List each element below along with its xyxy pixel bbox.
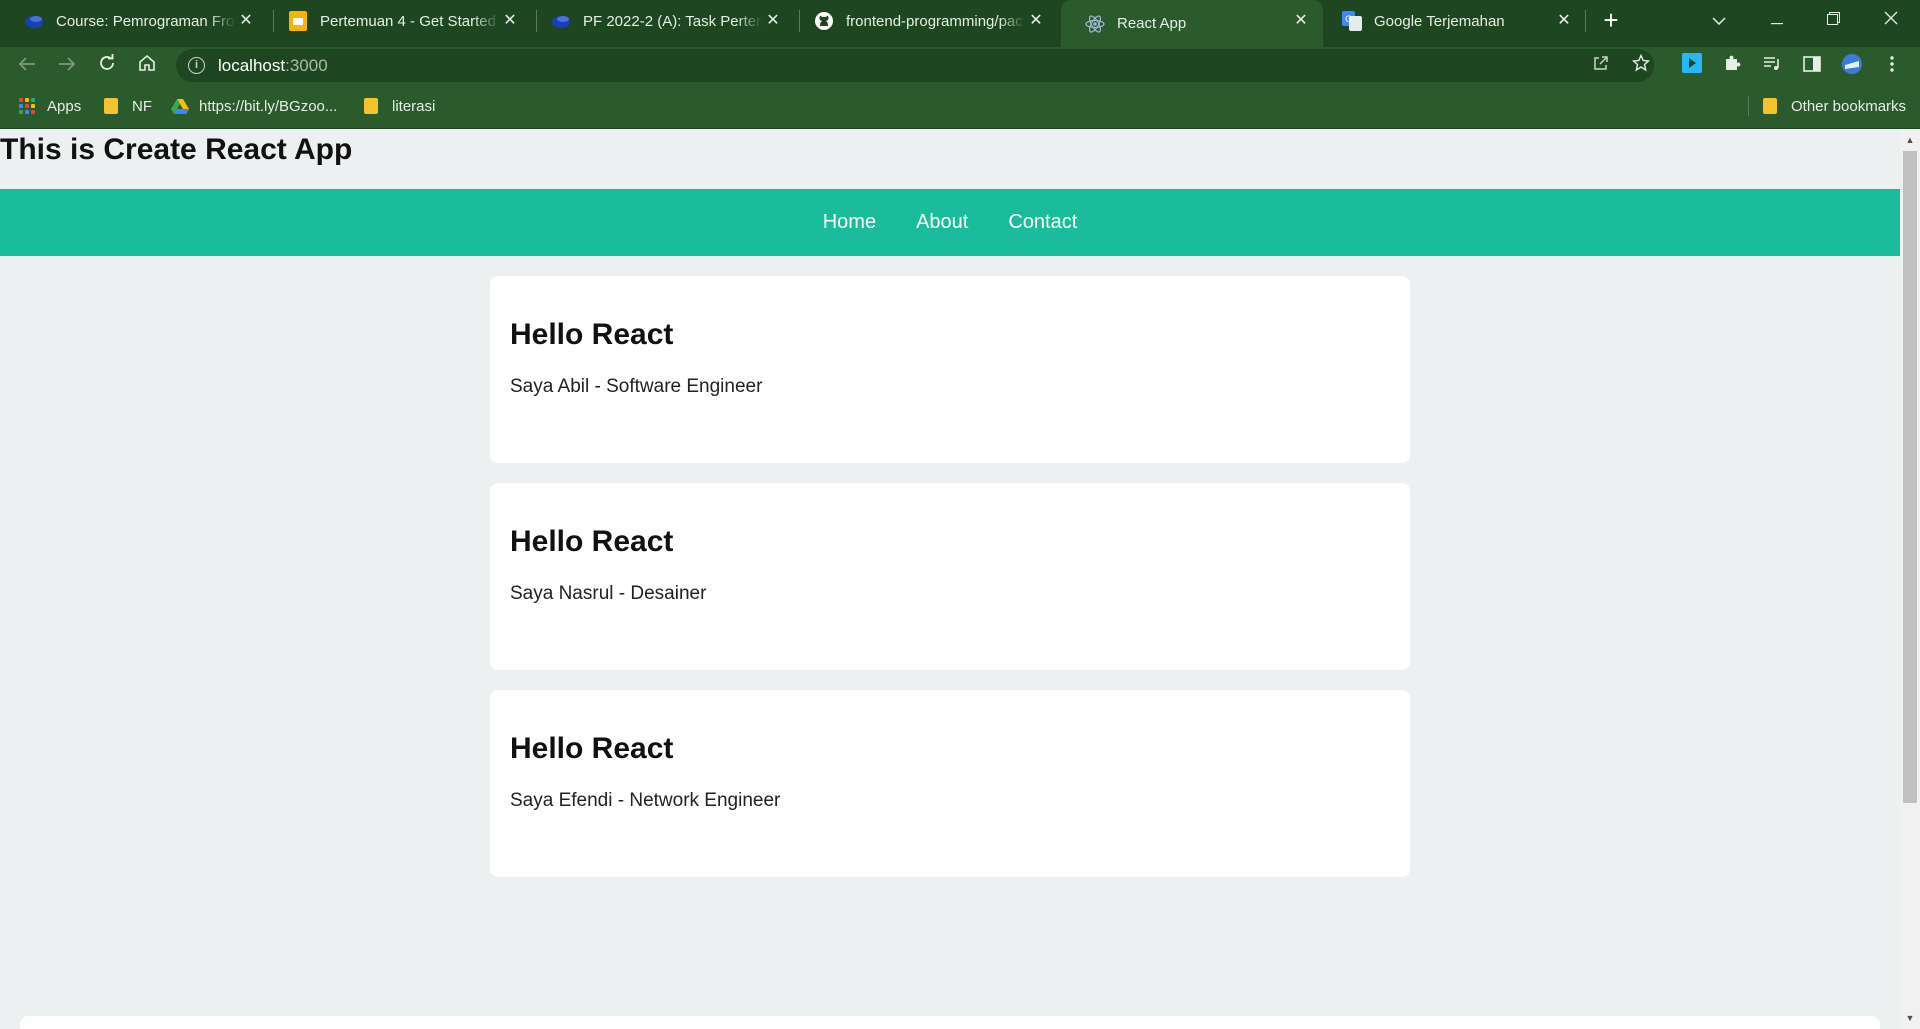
bookmark-label: literasi	[392, 97, 436, 115]
close-icon[interactable]: ✕	[500, 11, 520, 31]
share-icon[interactable]	[1588, 53, 1614, 79]
close-icon[interactable]: ✕	[1291, 11, 1311, 31]
address-bar[interactable]: i localhost:3000	[176, 49, 1654, 82]
tab-react-app[interactable]: React App ✕	[1061, 0, 1323, 47]
tab-google-translate[interactable]: G Google Terjemahan ✕	[1318, 0, 1586, 42]
url-text: localhost:3000	[218, 56, 328, 76]
card-heading: Hello React	[510, 732, 674, 765]
page-title: This is Create React App	[0, 133, 353, 166]
site-info-icon[interactable]: i	[188, 57, 205, 74]
bookmark-label: NF	[132, 97, 152, 115]
tab-title: Pertemuan 4 - Get Started R	[320, 12, 500, 30]
card-heading: Hello React	[510, 318, 674, 351]
bookmark-label: https://bit.ly/BGzoo...	[199, 97, 338, 115]
tab-github[interactable]: frontend-programming/pac ✕	[790, 0, 1058, 42]
home-icon[interactable]	[132, 51, 162, 81]
tab-strip: Course: Pemrograman Front ✕ Pertemuan 4 …	[0, 0, 1920, 47]
folder-icon	[1763, 98, 1777, 114]
kebab-menu-icon[interactable]	[1879, 53, 1905, 79]
google-translate-icon: G	[1342, 11, 1362, 31]
browser-toolbar: i localhost:3000	[0, 47, 1920, 84]
bookmark-folder-literasi[interactable]: literasi	[364, 95, 435, 117]
google-slides-icon	[288, 11, 308, 31]
bookmark-bitly[interactable]: https://bit.ly/BGzoo...	[171, 95, 337, 117]
minimize-button[interactable]	[1762, 6, 1792, 36]
nav-link-home[interactable]: Home	[823, 211, 876, 234]
close-icon[interactable]: ✕	[1026, 11, 1046, 31]
scroll-down-icon[interactable]: ▼	[1905, 1013, 1915, 1023]
profile-avatar[interactable]	[1839, 53, 1865, 79]
close-icon[interactable]: ✕	[236, 11, 256, 31]
tab-title: Google Terjemahan	[1374, 12, 1505, 30]
bookmark-folder-nf[interactable]: NF	[104, 95, 152, 117]
tab-search-chevron-icon[interactable]	[1704, 6, 1734, 36]
media-queue-icon[interactable]	[1759, 53, 1785, 79]
svg-text:G: G	[1345, 15, 1352, 25]
tab-pertemuan[interactable]: Pertemuan 4 - Get Started R ✕	[264, 0, 532, 42]
google-drive-icon	[171, 98, 189, 114]
tab-title: frontend-programming/pac	[846, 12, 1023, 30]
bookmark-label: Apps	[47, 97, 82, 115]
nav-links: Home About Contact	[0, 189, 1900, 256]
nav-link-contact[interactable]: Contact	[1008, 211, 1077, 234]
new-tab-button[interactable]: +	[1598, 7, 1624, 34]
profile-card: Hello React Saya Abil - Software Enginee…	[490, 276, 1410, 463]
bookmark-label: Other bookmarks	[1791, 97, 1907, 115]
react-icon	[1085, 14, 1105, 34]
page-viewport: This is Create React App Home About Cont…	[0, 129, 1900, 1029]
bookmark-apps[interactable]: Apps	[19, 95, 81, 117]
close-icon[interactable]: ✕	[763, 11, 783, 31]
vertical-scrollbar[interactable]: ▲ ▼	[1900, 129, 1920, 1029]
scroll-thumb[interactable]	[1903, 151, 1917, 803]
close-window-button[interactable]	[1876, 6, 1906, 36]
tab-pf-task[interactable]: PF 2022-2 (A): Task Pertemu ✕	[527, 0, 795, 42]
profile-card: Hello React Saya Efendi - Network Engine…	[490, 690, 1410, 877]
folder-icon	[104, 98, 118, 114]
footer-card	[20, 1016, 1880, 1029]
navbar: Home About Contact	[0, 189, 1900, 256]
bookmarks-bar: Apps NF https://bit.ly/BGzoo... literasi…	[0, 84, 1920, 129]
card-heading: Hello React	[510, 525, 674, 558]
github-icon	[814, 11, 834, 31]
scroll-up-icon[interactable]: ▲	[1905, 135, 1915, 145]
url-port: :3000	[285, 56, 328, 75]
folder-icon	[364, 98, 378, 114]
nav-link-about[interactable]: About	[916, 211, 968, 234]
moodle-icon	[24, 11, 44, 31]
tab-title: Course: Pemrograman Front	[56, 12, 236, 30]
side-panel-icon[interactable]	[1799, 53, 1825, 79]
profile-card: Hello React Saya Nasrul - Desainer	[490, 483, 1410, 670]
close-icon[interactable]: ✕	[1554, 11, 1574, 31]
moodle-icon	[551, 11, 571, 31]
card-text: Saya Abil - Software Engineer	[510, 376, 763, 397]
card-text: Saya Nasrul - Desainer	[510, 583, 707, 604]
url-host: localhost	[218, 56, 286, 75]
restore-button[interactable]	[1818, 6, 1848, 36]
card-text: Saya Efendi - Network Engineer	[510, 790, 781, 811]
bookmark-other[interactable]: Other bookmarks	[1763, 95, 1906, 117]
back-arrow-icon[interactable]	[12, 51, 42, 81]
extensions-puzzle-icon[interactable]	[1719, 53, 1745, 79]
tab-separator	[1585, 10, 1586, 32]
bookmark-star-icon[interactable]	[1628, 53, 1654, 79]
reload-icon[interactable]	[92, 51, 122, 81]
bookmarks-separator	[1748, 96, 1749, 116]
extension-play-icon[interactable]	[1679, 53, 1705, 79]
tab-title: PF 2022-2 (A): Task Pertemu	[583, 12, 763, 30]
apps-grid-icon	[19, 98, 35, 114]
tab-title: React App	[1117, 15, 1187, 32]
forward-arrow-icon[interactable]	[52, 51, 82, 81]
tab-course[interactable]: Course: Pemrograman Front ✕	[0, 0, 268, 42]
